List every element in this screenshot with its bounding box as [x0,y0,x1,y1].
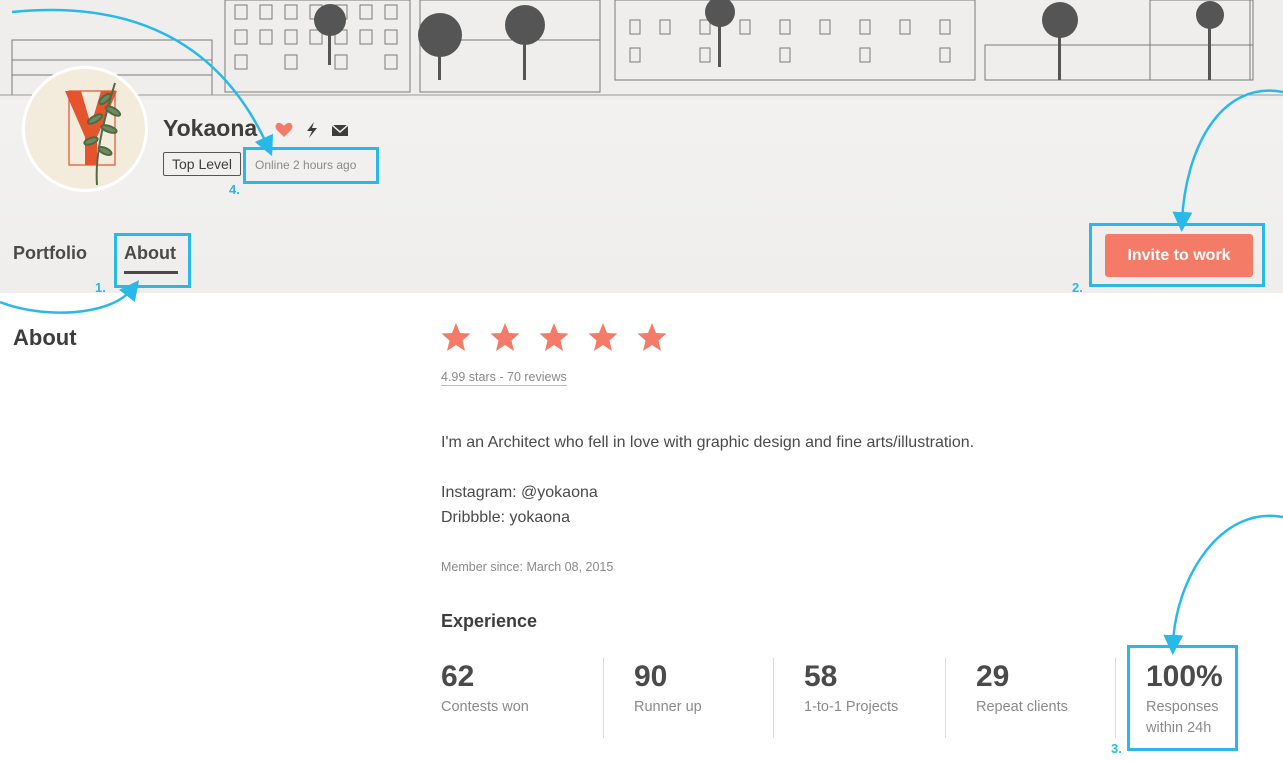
callout-number: 3. [1111,741,1122,756]
star-icon [441,323,471,351]
stat-label: Repeat clients [976,699,1068,715]
stat-label: Contests won [441,699,529,715]
star-icon [490,323,520,351]
reviews-link[interactable]: 4.99 stars - 70 reviews [441,370,567,386]
stat-value: 90 [634,660,668,693]
bio-line: I'm an Architect who fell in love with g… [441,434,975,451]
cover-banner [0,0,1283,100]
cover-sketch [0,0,1283,96]
level-badge: Top Level [163,152,241,176]
bio-line: Instagram: @yokaona [441,484,598,501]
star-icon [588,323,618,351]
tab-portfolio[interactable]: Portfolio [13,243,87,264]
callout-box-about-tab [114,233,191,288]
star-icon [539,323,569,351]
stat-runner-up: 90 Runner up [634,659,702,718]
stat-contests-won: 62 Contests won [441,659,529,718]
stat-label: 1-to-1 Projects [804,699,899,715]
experience-heading: Experience [441,611,538,631]
bolt-icon [303,122,321,138]
callout-arrow [1163,514,1283,655]
stat-divider [603,658,604,738]
bio-line: Dribbble: yokaona [441,509,570,526]
about-heading: About [13,325,77,350]
stat-repeat-clients: 29 Repeat clients [976,659,1068,718]
stat-projects: 58 1-to-1 Projects [804,659,898,718]
callout-number: 1. [95,280,106,295]
member-since: Member since: March 08, 2015 [441,560,614,574]
heart-icon[interactable] [275,122,293,138]
avatar[interactable] [22,66,148,192]
stat-value: 58 [804,660,838,693]
avatar-logo-icon [65,82,122,186]
callout-number: 4. [229,182,240,197]
level-badge-label: Top Level [172,156,232,172]
bio: I'm an Architect who fell in love with g… [441,430,974,530]
stat-divider [773,658,774,738]
stat-divider [1115,658,1116,738]
profile-icons [275,122,349,138]
stat-divider [945,658,946,738]
rating-stars [441,322,667,352]
mail-icon[interactable] [331,122,349,138]
star-icon [637,323,667,351]
callout-box-online-status [243,147,379,184]
callout-box-invite [1089,223,1265,287]
callout-box-responses [1127,645,1238,751]
stat-value: 62 [441,660,475,693]
bio-line [441,455,974,480]
profile-name: Yokaona [163,115,258,141]
stat-value: 29 [976,660,1010,693]
callout-number: 2. [1072,280,1083,295]
stat-label: Runner up [634,699,702,715]
